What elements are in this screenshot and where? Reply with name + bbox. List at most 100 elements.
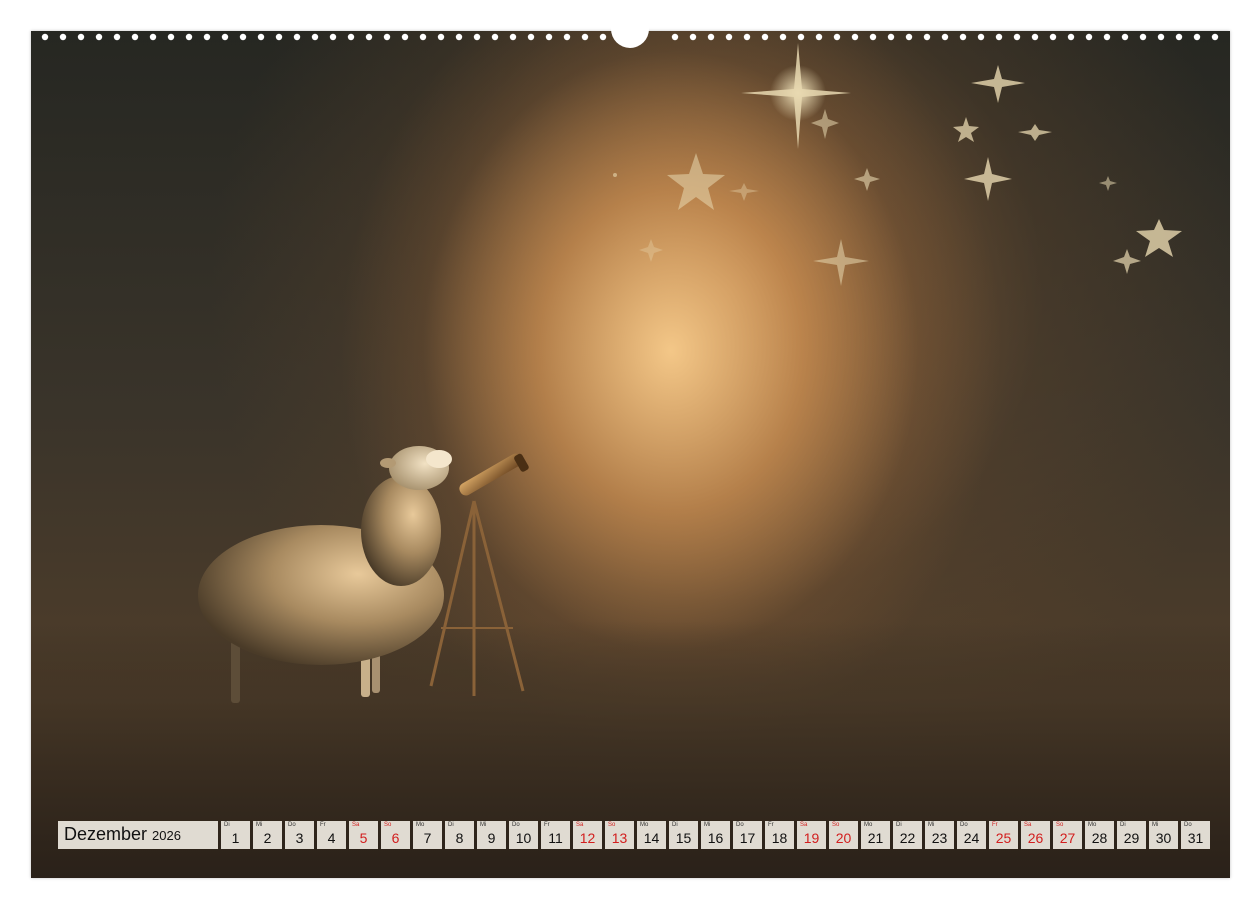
day-abbreviation: Fr	[544, 822, 550, 828]
binding-hole	[239, 33, 247, 41]
binding-hole	[563, 33, 571, 41]
day-abbreviation: Mi	[256, 822, 263, 828]
binding-hole	[1103, 33, 1111, 41]
binding-hole	[131, 33, 139, 41]
day-abbreviation: Mo	[416, 822, 425, 828]
day-abbreviation: So	[1056, 822, 1064, 828]
binding-hole	[725, 33, 733, 41]
day-abbreviation: Do	[1184, 822, 1192, 828]
day-cell: Di 29	[1117, 821, 1146, 849]
day-number: 30	[1155, 830, 1172, 846]
day-abbreviation: Di	[896, 822, 902, 828]
binding-hole	[203, 33, 211, 41]
day-cell: Fr 4	[317, 821, 346, 849]
day-abbreviation: So	[608, 822, 616, 828]
day-number: 2	[263, 830, 272, 846]
day-abbreviation: Do	[288, 822, 296, 828]
day-number: 25	[995, 830, 1012, 846]
binding-hole	[491, 33, 499, 41]
day-cell: Mo 28	[1085, 821, 1114, 849]
binding-hole	[1175, 33, 1183, 41]
day-number: 19	[803, 830, 820, 846]
binding-hole	[995, 33, 1003, 41]
day-abbreviation: So	[832, 822, 840, 828]
day-abbreviation: Do	[960, 822, 968, 828]
day-cell: Do 17	[733, 821, 762, 849]
binding-hole	[959, 33, 967, 41]
binding-hole	[689, 33, 697, 41]
binding-hole	[671, 33, 679, 41]
day-number: 6	[391, 830, 400, 846]
day-cell: Sa 5	[349, 821, 378, 849]
day-number: 17	[739, 830, 756, 846]
day-cell: Di 15	[669, 821, 698, 849]
day-number: 12	[579, 830, 596, 846]
binding-hole	[1121, 33, 1129, 41]
day-abbreviation: Mi	[1152, 822, 1159, 828]
day-cell: Fr 25	[989, 821, 1018, 849]
binding-hole	[77, 33, 85, 41]
day-number: 13	[611, 830, 628, 846]
day-cell: Mi 30	[1149, 821, 1178, 849]
day-cell: So 20	[829, 821, 858, 849]
day-number: 16	[707, 830, 724, 846]
day-abbreviation: Mi	[704, 822, 711, 828]
binding-hole	[797, 33, 805, 41]
day-cell: Mi 23	[925, 821, 954, 849]
day-abbreviation: Mo	[864, 822, 873, 828]
day-cell: Do 31	[1181, 821, 1210, 849]
binding-hole	[833, 33, 841, 41]
day-abbreviation: Sa	[800, 822, 808, 828]
binding-hole	[455, 33, 463, 41]
day-cell: So 6	[381, 821, 410, 849]
day-abbreviation: Mi	[480, 822, 487, 828]
binding-hole	[869, 33, 877, 41]
binding-hole	[743, 33, 751, 41]
day-cell: Di 1	[221, 821, 250, 849]
sheep	[198, 446, 452, 703]
day-number: 20	[835, 830, 852, 846]
day-cell: Sa 12	[573, 821, 602, 849]
binding-hole	[383, 33, 391, 41]
binding-hole	[545, 33, 553, 41]
day-number: 29	[1123, 830, 1140, 846]
binding-hole	[401, 33, 409, 41]
day-number: 26	[1027, 830, 1044, 846]
day-number: 28	[1091, 830, 1108, 846]
day-cell: Di 8	[445, 821, 474, 849]
binding-hole	[41, 33, 49, 41]
calendar-photo	[31, 31, 1230, 878]
day-cell: Sa 19	[797, 821, 826, 849]
day-abbreviation: Sa	[352, 822, 360, 828]
binding-hole	[1211, 33, 1219, 41]
binding-hole	[779, 33, 787, 41]
binding-hole	[473, 33, 481, 41]
day-abbreviation: Di	[1120, 822, 1126, 828]
day-abbreviation: Di	[224, 822, 230, 828]
day-abbreviation: Di	[672, 822, 678, 828]
binding-hole	[851, 33, 859, 41]
binding-hole	[599, 33, 607, 41]
day-cell: Do 24	[957, 821, 986, 849]
binding-hole	[257, 33, 265, 41]
day-abbreviation: Do	[512, 822, 520, 828]
binding-hole	[365, 33, 373, 41]
day-abbreviation: Fr	[768, 822, 774, 828]
binding-hole	[419, 33, 427, 41]
day-abbreviation: Sa	[576, 822, 584, 828]
day-abbreviation: Fr	[320, 822, 326, 828]
day-number: 8	[455, 830, 464, 846]
day-cell: So 13	[605, 821, 634, 849]
day-abbreviation: Fr	[992, 822, 998, 828]
binding-hole	[329, 33, 337, 41]
day-number: 23	[931, 830, 948, 846]
day-number: 18	[771, 830, 788, 846]
binding-hole	[815, 33, 823, 41]
day-number: 1	[231, 830, 240, 846]
day-number: 14	[643, 830, 660, 846]
day-cell: Di 22	[893, 821, 922, 849]
month-year: 2026	[152, 828, 181, 843]
day-number: 9	[487, 830, 496, 846]
binding-hole	[275, 33, 283, 41]
day-number: 3	[295, 830, 304, 846]
